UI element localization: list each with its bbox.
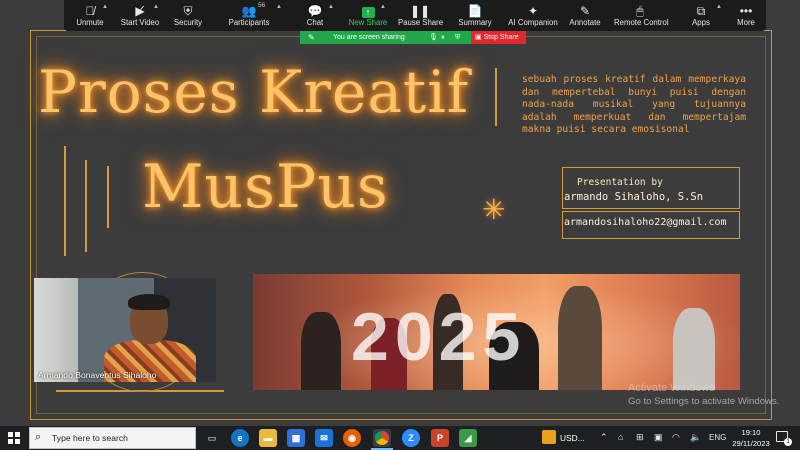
presentation-label: Presentation by <box>577 177 663 188</box>
powerpoint-icon[interactable]: P <box>431 429 449 447</box>
more-dots-icon: ••• <box>739 4 753 18</box>
chat-bubble-icon: 💬 <box>307 4 323 18</box>
sparkle-icon: ✳ <box>482 194 506 225</box>
slide-title-line1: Proses Kreatif <box>38 58 470 126</box>
presenter-name: armando Sihaloho, S.Sn <box>564 191 704 203</box>
security-button[interactable]: ⛨ Security <box>168 0 208 31</box>
edge-browser-icon[interactable]: e <box>231 429 249 447</box>
file-explorer-icon[interactable]: ▬ <box>259 429 277 447</box>
chevron-up-icon[interactable]: ⌃ <box>600 432 608 443</box>
sparkle-icon: ✦ <box>527 4 539 18</box>
microphone-icon[interactable]: 🎙 <box>429 31 438 44</box>
mouse-icon: 🖱 <box>636 4 644 18</box>
volume-icon[interactable]: 🔈 <box>690 432 701 443</box>
shield-icon[interactable]: ⛨ <box>455 31 460 44</box>
divider-line <box>64 146 66 256</box>
pencil-icon: ✎ <box>579 4 591 18</box>
performer-figure <box>558 286 602 390</box>
slide-title-line2: MusPus <box>142 152 389 222</box>
remote-control-button[interactable]: 🖱 Remote Control <box>614 0 669 31</box>
performer-figure <box>301 312 341 390</box>
windows-taskbar: ⌕ Type here to search ▭ e ▬ ▦ ✉ ◉ Z P ◢ … <box>0 426 800 450</box>
summary-button[interactable]: 📄 Summary <box>456 0 494 31</box>
photo-number: 2025 <box>351 299 527 375</box>
stop-share-button[interactable]: ▣ Stop Share <box>471 31 526 44</box>
band-photo: 2025 <box>253 274 740 390</box>
divider-line <box>85 160 87 252</box>
clock-date: 29/11/2023 <box>732 439 770 448</box>
store-icon[interactable]: ▦ <box>287 429 305 447</box>
divider-line <box>495 68 497 126</box>
pause-icon: ❚❚ <box>409 4 431 18</box>
ai-companion-button[interactable]: ✦ AI Companion <box>508 0 558 31</box>
clock-time: 19:10 <box>741 428 761 437</box>
chevron-up-icon[interactable]: ▲ <box>328 4 334 10</box>
shield-icon: ⛨ <box>183 4 193 18</box>
activate-windows-text: Go to Settings to activate Windows. <box>628 396 780 407</box>
annotate-button[interactable]: ✎ Annotate <box>568 0 602 31</box>
system-clock[interactable]: 19:10 29/11/2023 <box>729 427 773 449</box>
currency-widget-label[interactable]: USD... <box>560 433 585 443</box>
chevron-up-icon[interactable]: ▲ <box>276 4 282 10</box>
chevron-up-icon[interactable]: ▲ <box>102 4 108 10</box>
chevron-up-icon[interactable]: ▲ <box>380 4 386 10</box>
zoom-app-icon[interactable]: Z <box>402 429 420 447</box>
summary-document-icon: 📄 <box>467 4 483 18</box>
apps-grid-icon: ⧉ <box>696 4 706 18</box>
mail-icon[interactable]: ✉ <box>315 429 333 447</box>
webcam-name-label: Armando Bonaventus Sihaloho <box>38 370 157 380</box>
presenter-email: armandosihaloho22@gmail.com <box>564 217 727 228</box>
pause-share-button[interactable]: ❚❚ Pause Share <box>398 0 443 31</box>
participants-count: 56 <box>258 2 266 9</box>
zoom-toolbar: 🎙̸ Unmute ▲ ▶̸ Start Video ▲ ⛨ Security … <box>64 0 766 31</box>
search-icon: ⌕ <box>35 431 42 443</box>
chevron-up-icon[interactable]: ▲ <box>153 4 159 10</box>
divider-line <box>107 166 109 228</box>
task-view-icon[interactable]: ▭ <box>203 429 221 447</box>
screen-sharing-indicator: ✎ You are screen sharing 🎙 ⏸ ⛨ <box>300 31 471 44</box>
chrome-icon[interactable] <box>373 429 391 447</box>
search-placeholder: Type here to search <box>52 433 128 443</box>
apps-button[interactable]: ⧉ Apps <box>686 0 716 31</box>
more-button[interactable]: ••• More <box>732 0 760 31</box>
pin-icon[interactable]: ✎ <box>308 31 315 44</box>
wifi-icon[interactable]: ◠ <box>672 432 680 443</box>
activate-windows-title: Activate Windows <box>628 382 715 394</box>
firefox-icon[interactable]: ◉ <box>343 429 361 447</box>
device-icon[interactable]: ⌂ <box>618 432 623 442</box>
currency-widget-icon[interactable] <box>542 430 556 444</box>
green-app-icon[interactable]: ◢ <box>459 429 477 447</box>
display-icon[interactable]: ▣ <box>654 432 663 443</box>
slide-description: sebuah proses kreatif dalam memperkaya d… <box>522 74 746 136</box>
taskbar-search-box[interactable]: ⌕ Type here to search <box>29 427 196 449</box>
chat-button[interactable]: 💬 Chat <box>300 0 330 31</box>
performer-figure <box>673 308 715 390</box>
windows-start-icon[interactable] <box>8 432 20 444</box>
pause-circle-icon[interactable]: ⏸ <box>441 31 445 44</box>
notification-badge: 1 <box>784 438 792 446</box>
screen: Proses Kreatif MusPus sebuah proses krea… <box>0 0 800 450</box>
chevron-up-icon[interactable]: ▲ <box>716 4 722 10</box>
language-indicator[interactable]: ENG <box>709 433 726 442</box>
stop-square-icon: ▣ <box>475 34 482 41</box>
network-icon[interactable]: ⊞ <box>636 432 644 443</box>
sharing-status-text: You are screen sharing <box>333 34 405 41</box>
webcam-video[interactable] <box>34 278 216 382</box>
